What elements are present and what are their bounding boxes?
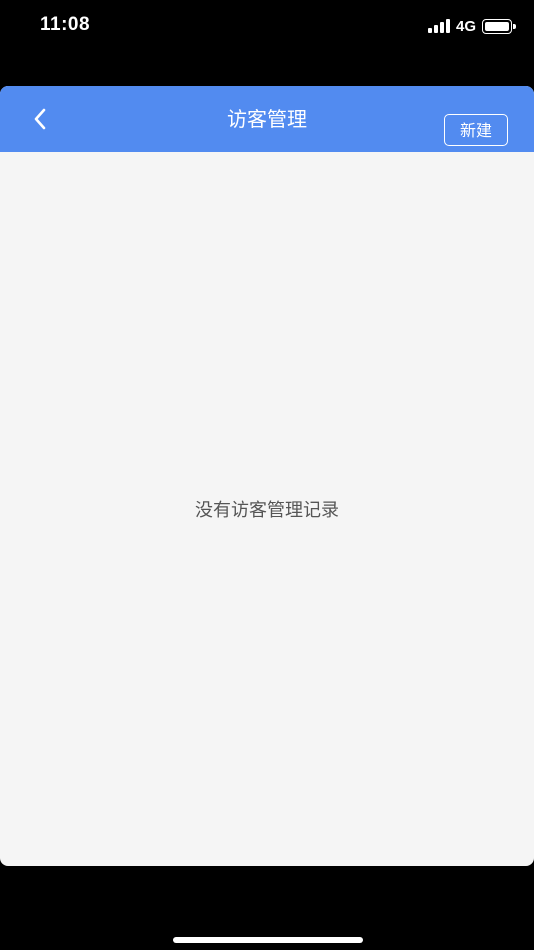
battery-full-icon [482,18,516,34]
status-indicators: 4G [427,16,516,36]
new-visitor-button[interactable]: 新建 [444,114,508,146]
back-button[interactable] [22,103,58,135]
status-time: 11:08 [40,14,91,35]
navigation-bar: 访客管理 新建 [0,86,534,152]
home-indicator[interactable] [173,937,363,943]
visitor-management-page: 访客管理 新建 没有访客管理记录 [0,86,534,866]
signal-bars-icon [427,19,450,33]
phone-screen: 11:08 4G 访客管理 新建 没有访客管理记录 [0,0,534,950]
chevron-left-icon [34,108,46,130]
empty-state-message: 没有访客管理记录 [195,500,339,521]
network-type: 4G [455,17,476,35]
status-bar: 11:08 4G [0,0,534,52]
